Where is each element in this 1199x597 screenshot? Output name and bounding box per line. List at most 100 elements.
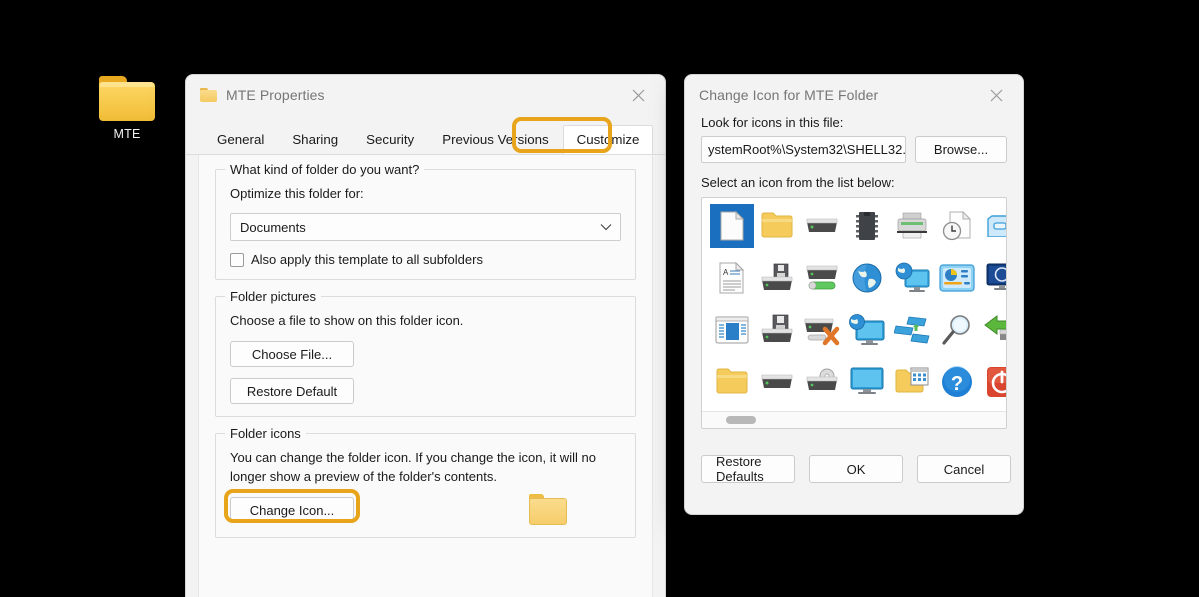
folder-icons-description: You can change the folder icon. If you c… xyxy=(230,448,602,486)
properties-tabstrip: General Sharing Security Previous Versio… xyxy=(186,125,665,155)
disk-green-icon xyxy=(805,263,839,293)
restore-defaults-button[interactable]: Restore Defaults xyxy=(701,455,795,483)
icon-folder-icon[interactable] xyxy=(710,360,754,404)
icon-network-globe-monitor-icon[interactable] xyxy=(890,256,934,300)
green-arrow-drive-icon xyxy=(984,315,1007,345)
close-icon xyxy=(990,89,1003,102)
icon-cd-drive-icon[interactable] xyxy=(800,360,844,404)
folder-icon xyxy=(716,368,748,396)
desktop-icon-label: MTE xyxy=(92,127,162,141)
icon-window-frame-icon[interactable] xyxy=(980,204,1007,248)
optimize-selected-value: Documents xyxy=(240,220,600,235)
icon-moon-monitor-icon[interactable] xyxy=(980,256,1007,300)
folder-grid-icon xyxy=(895,367,929,397)
icon-help-question-icon[interactable]: ? xyxy=(935,360,979,404)
moon-monitor-icon xyxy=(985,263,1007,293)
memory-chip-icon xyxy=(856,211,878,241)
group-folder-pictures-legend: Folder pictures xyxy=(225,289,321,304)
icon-folder-grid-icon[interactable] xyxy=(890,360,934,404)
icon-folder-icon[interactable] xyxy=(755,204,799,248)
hard-drive-icon xyxy=(760,372,794,392)
tab-previous-versions[interactable]: Previous Versions xyxy=(428,125,562,154)
properties-titlebar: MTE Properties xyxy=(186,75,665,115)
icon-floppy-drive-icon[interactable] xyxy=(755,256,799,300)
icon-network-computer-icon[interactable] xyxy=(845,308,889,352)
change-icon-titlebar: Change Icon for MTE Folder xyxy=(685,75,1023,115)
icon-green-arrow-drive-icon[interactable] xyxy=(980,308,1007,352)
folder-pictures-description: Choose a file to show on this folder ico… xyxy=(230,311,621,330)
chart-monitor-icon xyxy=(939,264,975,292)
svg-text:?: ? xyxy=(951,373,963,395)
close-icon xyxy=(632,89,645,102)
icon-disconnected-drive-icon[interactable] xyxy=(800,308,844,352)
icon-row xyxy=(710,204,998,256)
icon-globe-icon[interactable] xyxy=(845,256,889,300)
shutdown-power-icon xyxy=(986,366,1007,398)
scrollbar-thumb[interactable] xyxy=(726,416,756,424)
icon-row xyxy=(710,308,998,360)
cd-drive-icon xyxy=(805,368,839,396)
printer-icon xyxy=(895,211,929,241)
icon-memory-chip-icon[interactable] xyxy=(845,204,889,248)
icon-document-icon[interactable] xyxy=(710,204,754,248)
tab-general[interactable]: General xyxy=(203,125,278,154)
recent-document-icon xyxy=(941,210,973,242)
cancel-button[interactable]: Cancel xyxy=(917,455,1011,483)
icon-floppy-disk-icon[interactable] xyxy=(755,308,799,352)
monitor-icon xyxy=(850,367,884,397)
text-document-icon: A xyxy=(717,262,747,294)
globe-icon xyxy=(851,262,883,294)
icon-hard-drive-icon[interactable] xyxy=(755,360,799,404)
mte-properties-window: MTE Properties General Sharing Security … xyxy=(185,74,666,597)
choose-file-button[interactable]: Choose File... xyxy=(230,341,354,367)
icon-hard-drive-icon[interactable] xyxy=(800,204,844,248)
icon-chart-monitor-icon[interactable] xyxy=(935,256,979,300)
folder-icon xyxy=(99,76,155,121)
folder-preview-icon xyxy=(529,494,567,525)
icon-disk-green-icon[interactable] xyxy=(800,256,844,300)
icon-recent-document-icon[interactable] xyxy=(935,204,979,248)
icon-list[interactable]: A xyxy=(701,197,1007,429)
window-list-icon xyxy=(715,316,749,344)
folder-icon xyxy=(200,88,217,102)
screen: MTE MTE Properties General Sharing Secur… xyxy=(0,0,1199,597)
floppy-disk-icon xyxy=(760,314,794,346)
customize-tab-pane: What kind of folder do you want? Optimiz… xyxy=(198,155,653,597)
icon-shutdown-power-icon[interactable] xyxy=(980,360,1007,404)
icon-row: ? xyxy=(710,360,998,412)
icon-file-path-input[interactable]: ystemRoot%\System32\SHELL32.dll xyxy=(701,136,906,163)
desktop-icon-mte[interactable]: MTE xyxy=(92,76,162,141)
change-icon-window: Change Icon for MTE Folder Look for icon… xyxy=(684,74,1024,515)
tab-sharing[interactable]: Sharing xyxy=(278,125,352,154)
icon-network-shares-icon[interactable] xyxy=(890,308,934,352)
icon-search-magnifier-icon[interactable] xyxy=(935,308,979,352)
hard-drive-icon xyxy=(805,216,839,236)
icon-printer-icon[interactable] xyxy=(890,204,934,248)
ok-button[interactable]: OK xyxy=(809,455,903,483)
apply-subfolders-label: Also apply this template to all subfolde… xyxy=(251,252,483,267)
tab-customize[interactable]: Customize xyxy=(563,125,654,154)
change-icon-footer: Restore Defaults OK Cancel xyxy=(685,455,1023,483)
optimize-label: Optimize this folder for: xyxy=(230,184,621,203)
group-folder-icons-legend: Folder icons xyxy=(225,426,306,441)
close-button[interactable] xyxy=(975,80,1017,110)
horizontal-scrollbar[interactable] xyxy=(702,411,1006,428)
icon-text-document-icon[interactable]: A xyxy=(710,256,754,300)
network-shares-icon xyxy=(894,315,930,345)
tab-security[interactable]: Security xyxy=(352,125,428,154)
network-globe-monitor-icon xyxy=(894,262,930,294)
change-icon-button[interactable]: Change Icon... xyxy=(230,497,354,523)
browse-button[interactable]: Browse... xyxy=(915,136,1007,163)
search-magnifier-icon xyxy=(941,314,973,346)
optimize-folder-dropdown[interactable]: Documents xyxy=(230,213,621,241)
apply-subfolders-checkbox[interactable] xyxy=(230,253,244,267)
window-frame-icon xyxy=(986,215,1007,237)
icon-monitor-icon[interactable] xyxy=(845,360,889,404)
icon-row: A xyxy=(710,256,998,308)
apply-subfolders-row[interactable]: Also apply this template to all subfolde… xyxy=(230,252,621,267)
close-button[interactable] xyxy=(617,80,659,110)
document-icon xyxy=(716,210,748,242)
icon-window-list-icon[interactable] xyxy=(710,308,754,352)
group-folder-kind: What kind of folder do you want? Optimiz… xyxy=(215,169,636,280)
restore-default-button[interactable]: Restore Default xyxy=(230,378,354,404)
